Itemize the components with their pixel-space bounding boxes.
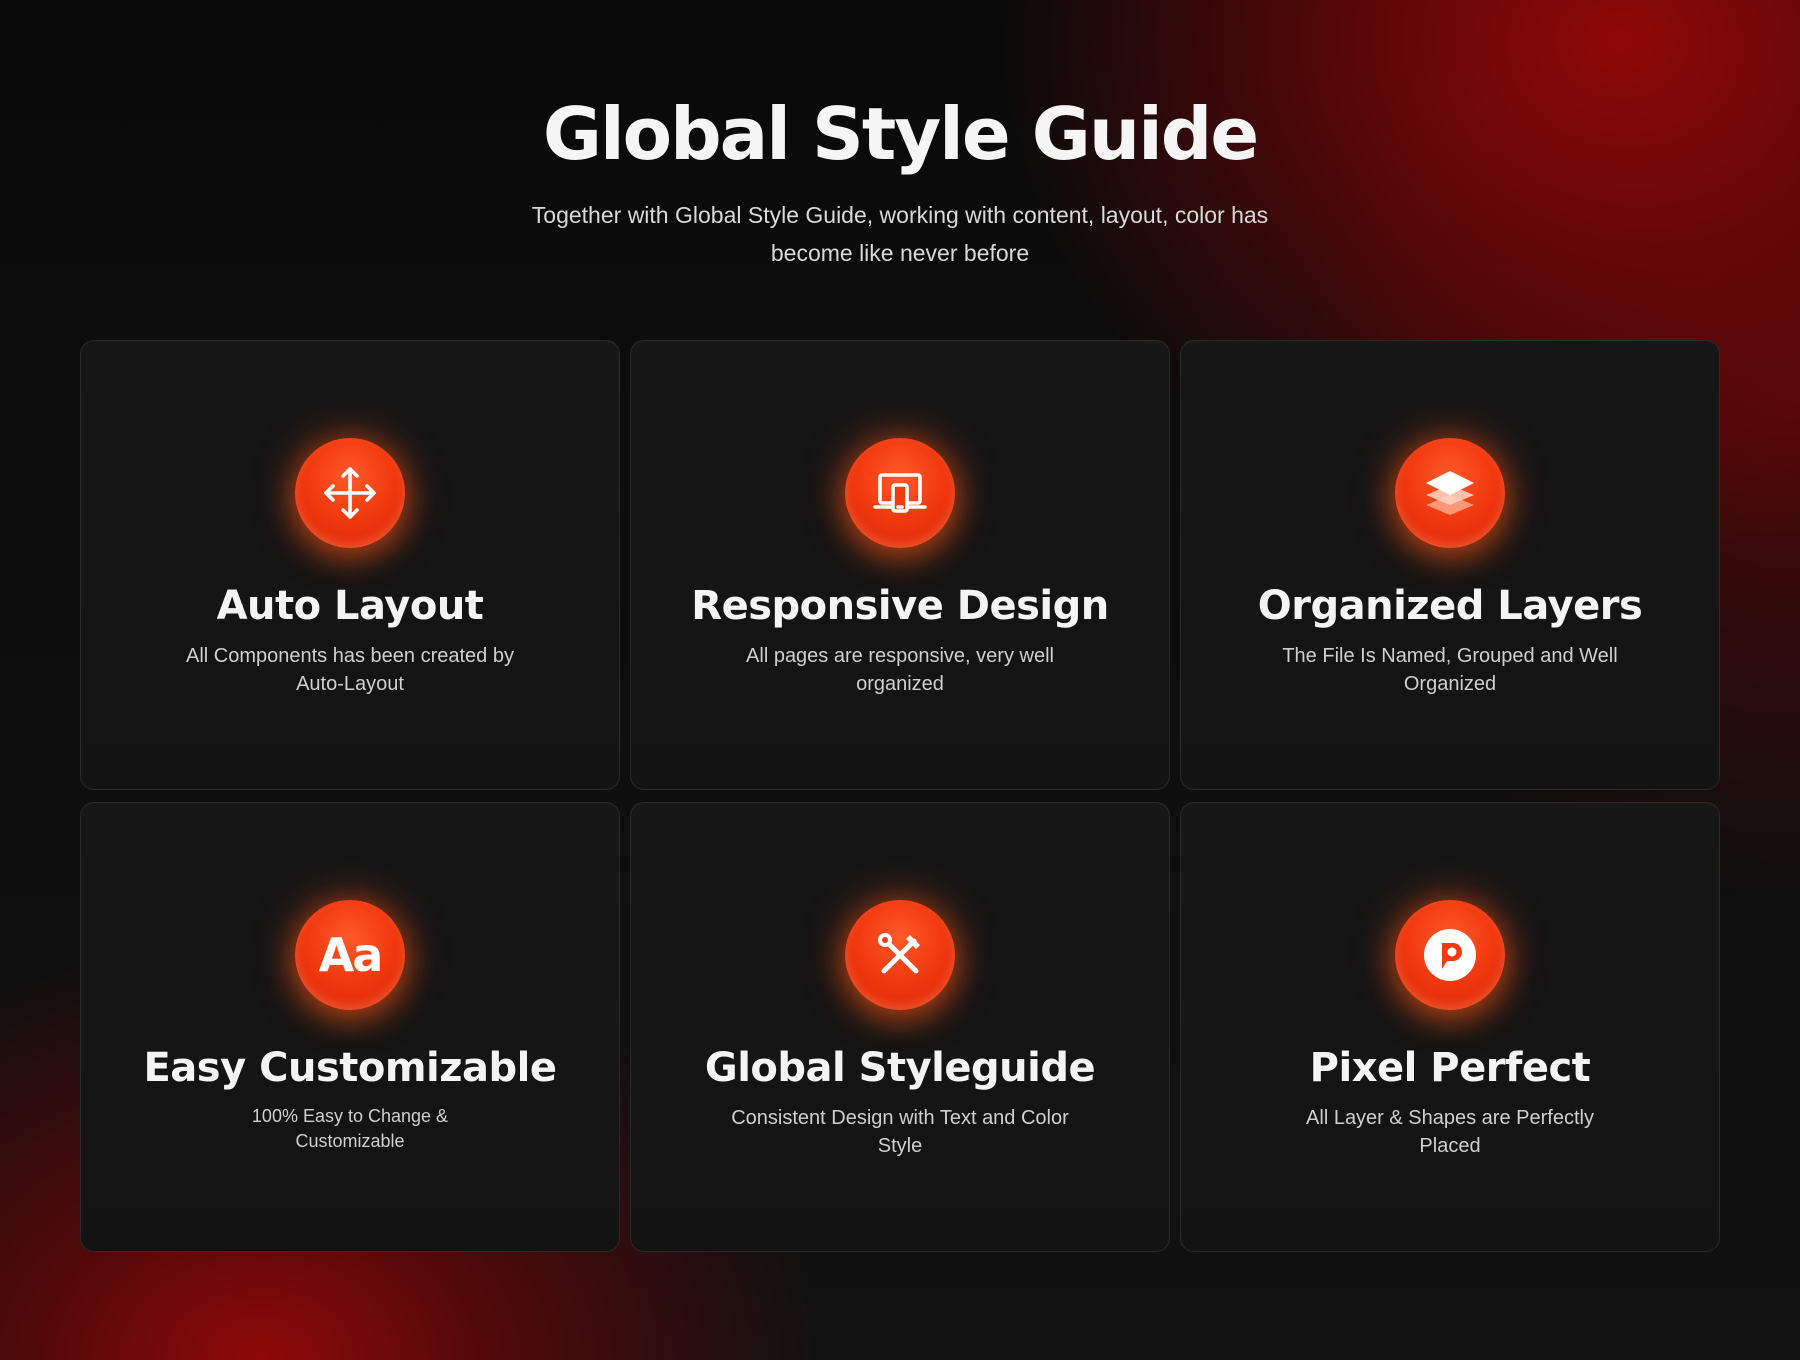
feature-card-pixel-perfect: Pixel Perfect All Layer & Shapes are Per… <box>1180 802 1720 1252</box>
feature-card-easy-customizable: Aa Easy Customizable 100% Easy to Change… <box>80 802 620 1252</box>
pixel-perfect-icon <box>1395 900 1505 1010</box>
feature-title: Organized Layers <box>1257 583 1643 629</box>
feature-description: Consistent Design with Text and Color St… <box>731 1107 1069 1157</box>
page-subtitle: Together with Global Style Guide, workin… <box>531 202 1269 267</box>
feature-title: Auto Layout <box>216 583 484 629</box>
features-grid: Auto Layout All Components has been crea… <box>80 340 1720 1252</box>
feature-card-organized-layers: Organized Layers The File Is Named, Grou… <box>1180 340 1720 790</box>
feature-card-auto-layout: Auto Layout All Components has been crea… <box>80 340 620 790</box>
responsive-devices-icon <box>845 438 955 548</box>
feature-title: Responsive Design <box>691 583 1109 629</box>
feature-description: The File Is Named, Grouped and Well Orga… <box>1282 645 1618 695</box>
feature-card-global-styleguide: Global Styleguide Consistent Design with… <box>630 802 1170 1252</box>
tools-icon <box>845 900 955 1010</box>
feature-title: Global Styleguide <box>704 1045 1096 1091</box>
font-aa-label: Aa <box>318 928 384 982</box>
feature-description: All Layer & Shapes are Perfectly Placed <box>1306 1107 1594 1157</box>
font-aa-icon: Aa <box>295 900 405 1010</box>
hero-header: Global Style Guide Together with Global … <box>0 92 1800 272</box>
layers-icon <box>1395 438 1505 548</box>
feature-card-responsive-design: Responsive Design All pages are responsi… <box>630 340 1170 790</box>
feature-title: Pixel Perfect <box>1309 1045 1591 1091</box>
feature-description: All pages are responsive, very well orga… <box>746 645 1054 695</box>
move-arrows-icon <box>295 438 405 548</box>
feature-description: 100% Easy to Change & Customizable <box>251 1106 449 1151</box>
feature-title: Easy Customizable <box>143 1045 557 1091</box>
page-title: Global Style Guide <box>542 92 1259 176</box>
feature-description: All Components has been created by Auto-… <box>186 645 514 695</box>
